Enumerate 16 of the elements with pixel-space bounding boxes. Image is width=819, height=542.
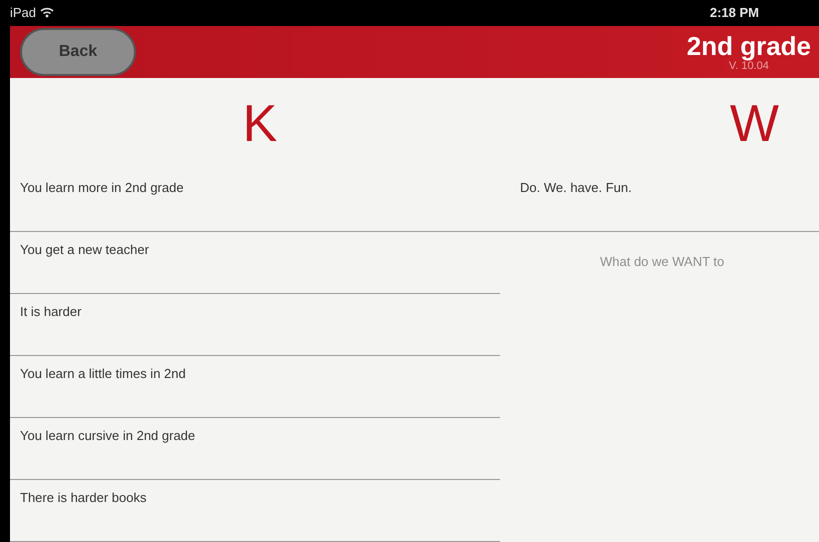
list-entry[interactable]: You get a new teacher	[20, 240, 149, 260]
page-title: 2nd grade	[686, 32, 811, 60]
clock-time: 2:18 PM	[710, 4, 759, 22]
column-heading: W	[728, 94, 780, 155]
list-entry[interactable]: There is harder books	[20, 488, 146, 508]
list-entry[interactable]: You learn cursive in 2nd grade	[20, 426, 196, 446]
version-label: V. 10.04	[728, 60, 769, 72]
list-entry[interactable]: It is harder	[20, 302, 82, 322]
wifi-icon	[40, 7, 54, 18]
list-entry[interactable]: You learn a little times in 2nd	[20, 364, 186, 384]
list-entry[interactable]: Do. We. have. Fun.	[520, 178, 632, 198]
list-entry[interactable]: You learn more in 2nd grade	[20, 178, 184, 198]
back-button[interactable]: Back	[20, 28, 136, 76]
device-name: iPad	[10, 4, 36, 22]
input-field[interactable]: What do we WANT to	[600, 252, 810, 272]
column-heading: K	[242, 94, 278, 155]
